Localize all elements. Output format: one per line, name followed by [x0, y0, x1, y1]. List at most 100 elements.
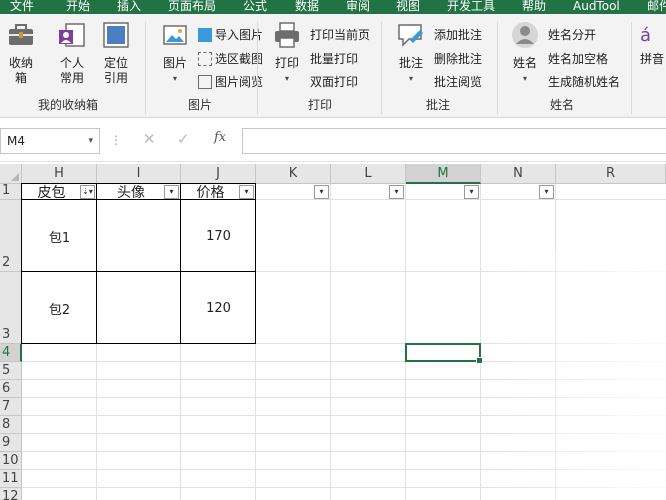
locate-reference-label: 定位引用: [103, 56, 128, 85]
filter-dropdown-button[interactable]: ▾: [464, 185, 479, 199]
add-comment-button[interactable]: 添加批注: [434, 26, 482, 44]
active-cell-selection[interactable]: [405, 343, 483, 364]
worksheet-grid[interactable]: H I J K L M N R 1 2 3 4 5 6 7 8 9 10 11 12 皮包 头像 价格 ⇣▾ ▾ ▾ ▾ ▾ ▾ ▾ 包1 1…: [0, 164, 666, 500]
select-all-corner[interactable]: [0, 164, 22, 184]
group-comment: 批注 ▾ 添加批注 删除批注 批注阅览 批注: [386, 14, 498, 117]
group-pinyin: á 拼音: [636, 14, 666, 117]
group-separator: [257, 22, 258, 114]
formula-bar-grip-icon[interactable]: ⋮: [110, 133, 122, 147]
duplex-print-button[interactable]: 双面打印: [310, 73, 358, 91]
column-header-j[interactable]: J: [181, 164, 256, 184]
personal-common-button[interactable]: 个人常用: [50, 20, 94, 86]
picture-icon: [163, 25, 187, 45]
group-separator: [497, 22, 498, 114]
delete-comment-button[interactable]: 删除批注: [434, 50, 482, 68]
import-picture-button[interactable]: 导入图片: [198, 26, 263, 44]
picture-button[interactable]: 图片 ▾: [158, 20, 192, 86]
row-header-8[interactable]: 8: [0, 416, 22, 434]
name-box-dropdown-icon[interactable]: ▾: [88, 129, 93, 153]
pinyin-icon: á: [640, 25, 652, 46]
picture-dropdown-icon: ▾: [172, 74, 177, 83]
print-button[interactable]: 打印 ▾: [270, 20, 304, 86]
tab-review[interactable]: 审阅: [346, 0, 370, 14]
comment-label: 批注: [398, 56, 423, 70]
group-label-my-box: 我的收纳箱: [38, 98, 99, 112]
batch-print-label: 批量打印: [310, 52, 359, 66]
group-separator: [381, 22, 382, 114]
random-name-label: 生成随机姓名: [548, 75, 621, 89]
browse-comment-label: 批注阅览: [434, 75, 483, 89]
name-add-space-button[interactable]: 姓名加空格: [548, 50, 608, 68]
tab-page-layout[interactable]: 页面布局: [168, 0, 216, 14]
tab-formulas[interactable]: 公式: [243, 0, 267, 14]
column-header-k[interactable]: K: [256, 164, 331, 184]
menu-bar: 文件 开始 插入 页面布局 公式 数据 审阅 视图 开发工具 帮助 AudToo…: [0, 0, 666, 14]
column-header-m[interactable]: M: [406, 164, 481, 184]
print-current-page-button[interactable]: 打印当前页: [310, 26, 370, 44]
row-header-6[interactable]: 6: [0, 380, 22, 398]
row-header-9[interactable]: 9: [0, 434, 22, 452]
column-header-i[interactable]: I: [97, 164, 181, 184]
tab-insert[interactable]: 插入: [117, 0, 141, 14]
browse-comment-button[interactable]: 批注阅览: [434, 73, 482, 91]
name-dropdown-icon: ▾: [522, 74, 527, 83]
filter-dropdown-button[interactable]: ▾: [314, 185, 329, 199]
print-label: 打印: [274, 56, 299, 70]
tab-view[interactable]: 视图: [396, 0, 420, 14]
group-label-print: 打印: [308, 98, 333, 112]
comment-button[interactable]: 批注 ▾: [394, 20, 428, 86]
import-picture-icon: [198, 28, 212, 42]
printer-icon: [275, 22, 299, 48]
pinyin-button[interactable]: á 拼音: [640, 20, 666, 67]
comment-dropdown-icon: ▾: [408, 74, 413, 83]
region-screenshot-button[interactable]: 选区截图: [198, 50, 263, 68]
split-name-button[interactable]: 姓名分开: [548, 26, 596, 44]
row-header-3[interactable]: 3: [0, 272, 22, 344]
tab-mail[interactable]: 邮件: [647, 0, 666, 14]
screenshot-icon: [198, 52, 212, 66]
column-header-l[interactable]: L: [331, 164, 406, 184]
column-header-h[interactable]: H: [22, 164, 97, 184]
row-header-2[interactable]: 2: [0, 200, 22, 272]
random-name-button[interactable]: 生成随机姓名: [548, 73, 620, 91]
locate-reference-button[interactable]: 定位引用: [96, 20, 136, 86]
filter-dropdown-button[interactable]: ▾: [389, 185, 404, 199]
name-box[interactable]: M4 ▾: [0, 128, 100, 154]
tab-home[interactable]: 开始: [66, 0, 90, 14]
table-row-border: [21, 199, 256, 272]
tab-help[interactable]: 帮助: [522, 0, 546, 14]
row-header-12[interactable]: 12: [0, 488, 22, 500]
tab-data[interactable]: 数据: [295, 0, 319, 14]
group-label-name: 姓名: [550, 98, 575, 112]
add-comment-label: 添加批注: [434, 28, 483, 42]
picture-browse-label: 图片阅览: [215, 75, 264, 89]
split-name-label: 姓名分开: [548, 28, 597, 42]
row-header-7[interactable]: 7: [0, 398, 22, 416]
row-header-4[interactable]: 4: [0, 344, 22, 362]
row-header-10[interactable]: 10: [0, 452, 22, 470]
comment-icon: [398, 24, 423, 47]
personal-common-label: 个人常用: [59, 56, 84, 85]
name-label: 姓名: [512, 56, 537, 70]
name-add-space-label: 姓名加空格: [548, 52, 609, 66]
row-header-5[interactable]: 5: [0, 362, 22, 380]
group-separator: [145, 22, 146, 114]
name-button[interactable]: 姓名 ▾: [506, 20, 544, 86]
name-box-value: M4: [7, 134, 25, 148]
filter-dropdown-button[interactable]: ▾: [539, 185, 554, 199]
tab-audtool[interactable]: AudTool: [573, 0, 620, 14]
cancel-icon[interactable]: ✕: [143, 130, 156, 148]
column-header-r[interactable]: R: [556, 164, 666, 184]
column-header-n[interactable]: N: [481, 164, 556, 184]
row-header-1[interactable]: 1: [0, 183, 22, 200]
batch-print-button[interactable]: 批量打印: [310, 50, 358, 68]
row-header-11[interactable]: 11: [0, 470, 22, 488]
tab-developer[interactable]: 开发工具: [447, 0, 495, 14]
gridline-vertical: [330, 184, 331, 500]
formula-input[interactable]: [242, 128, 666, 154]
insert-function-icon[interactable]: fx: [214, 130, 226, 145]
storage-box-button[interactable]: 收纳箱: [4, 20, 38, 86]
confirm-icon[interactable]: ✓: [177, 130, 190, 148]
tab-file[interactable]: 文件: [10, 0, 34, 14]
picture-browse-button[interactable]: 图片阅览: [198, 73, 263, 91]
